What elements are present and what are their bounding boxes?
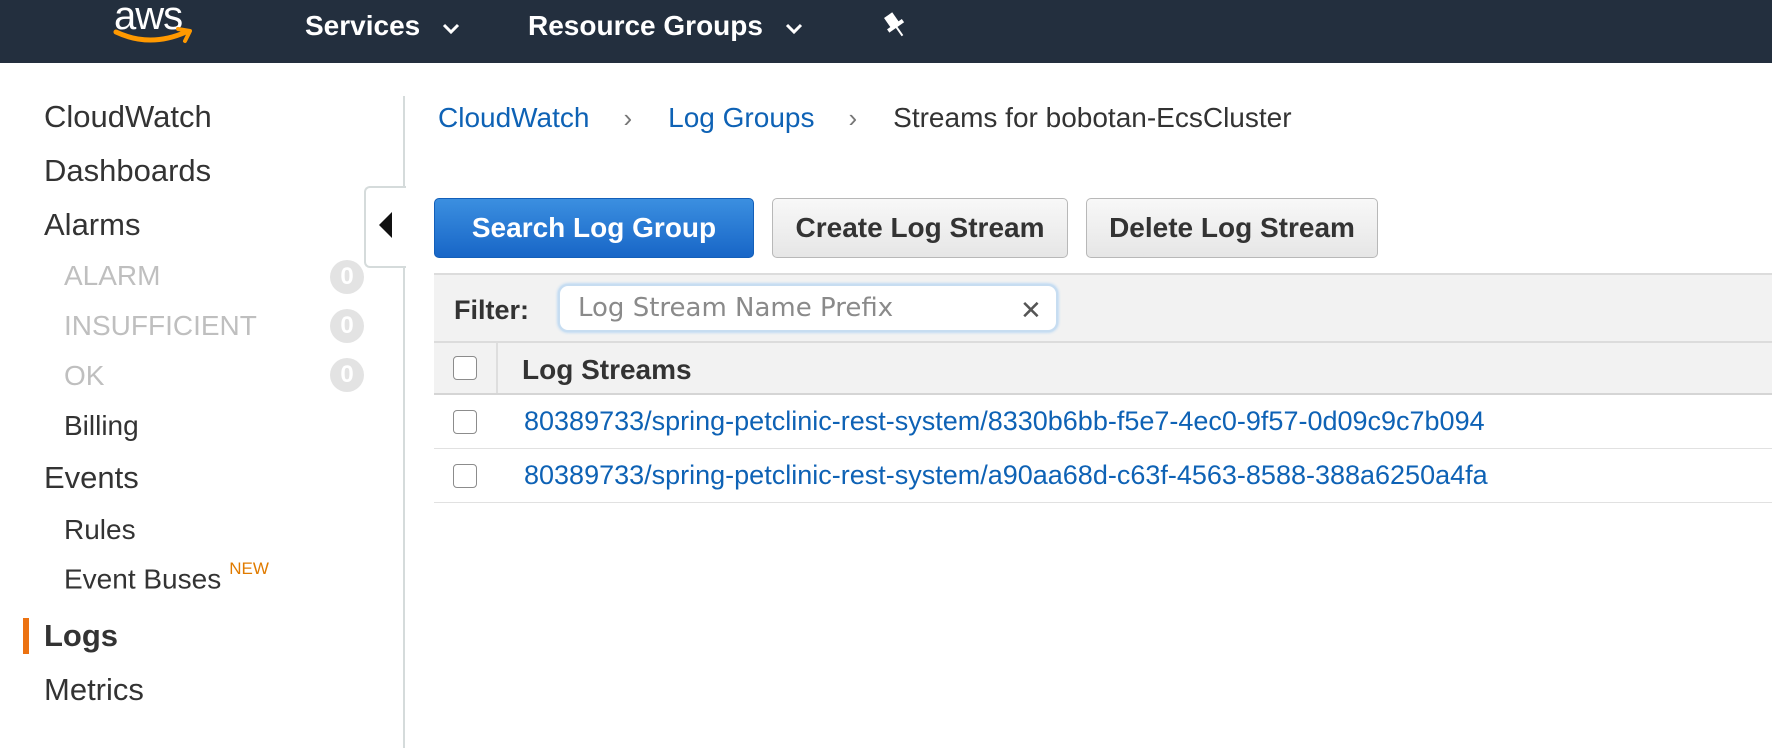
log-streams-panel: Filter: ✕ Log Streams 80389733/spring-pe…: [434, 273, 1772, 503]
resource-groups-menu[interactable]: Resource Groups: [528, 6, 803, 46]
table-header: Log Streams: [434, 343, 1772, 395]
filter-input-box: ✕: [558, 284, 1058, 332]
new-badge: NEW: [229, 559, 269, 578]
aws-logo[interactable]: aws: [110, 0, 200, 52]
table-row: 80389733/spring-petclinic-rest-system/83…: [434, 395, 1772, 449]
row-checkbox[interactable]: [453, 464, 477, 488]
sidebar-item-insufficient[interactable]: INSUFFICIENT: [64, 310, 257, 342]
caret-left-icon: [379, 211, 393, 243]
sidebar-item-dashboards[interactable]: Dashboards: [44, 153, 211, 189]
sidebar-item-billing[interactable]: Billing: [64, 410, 139, 442]
services-label: Services: [305, 10, 421, 41]
log-stream-link[interactable]: 80389733/spring-petclinic-rest-system/83…: [524, 406, 1485, 437]
search-log-group-button[interactable]: Search Log Group: [434, 198, 754, 258]
breadcrumb-cloudwatch[interactable]: CloudWatch: [438, 102, 589, 134]
alarm-count-badge: 0: [330, 260, 364, 294]
services-menu[interactable]: Services: [305, 6, 460, 46]
insufficient-count-badge: 0: [330, 309, 364, 343]
sidebar-item-alarm[interactable]: ALARM: [64, 260, 160, 292]
breadcrumb-separator: ›: [623, 102, 633, 133]
pin-icon[interactable]: [880, 10, 910, 45]
sidebar-item-ok[interactable]: OK: [64, 360, 104, 392]
table-row: 80389733/spring-petclinic-rest-system/a9…: [434, 449, 1772, 503]
sidebar-item-event-buses[interactable]: Event Buses NEW: [64, 559, 269, 595]
collapse-sidebar-button[interactable]: [364, 186, 406, 268]
event-buses-label: Event Buses: [64, 563, 222, 595]
chevron-down-icon: [442, 10, 460, 42]
sidebar-item-metrics[interactable]: Metrics: [44, 672, 144, 708]
ok-count-badge: 0: [330, 358, 364, 392]
breadcrumb-log-groups[interactable]: Log Groups: [668, 102, 814, 134]
chevron-down-icon: [785, 10, 803, 42]
resource-groups-label: Resource Groups: [528, 10, 763, 41]
column-header-log-streams[interactable]: Log Streams: [522, 354, 692, 386]
filter-label: Filter:: [454, 295, 530, 325]
log-stream-link[interactable]: 80389733/spring-petclinic-rest-system/a9…: [524, 460, 1488, 491]
row-checkbox[interactable]: [453, 410, 477, 434]
breadcrumb-separator: ›: [848, 102, 858, 133]
breadcrumb: CloudWatch › Log Groups › Streams for bo…: [438, 100, 1292, 136]
sidebar-item-events[interactable]: Events: [44, 460, 139, 496]
aws-smile-icon: [113, 27, 192, 43]
select-all-cell: [434, 343, 498, 393]
sidebar-item-logs[interactable]: Logs: [44, 618, 118, 654]
sidebar-item-cloudwatch[interactable]: CloudWatch: [44, 99, 212, 135]
top-nav-bar: aws Services Resource Groups: [0, 0, 1772, 63]
delete-log-stream-button[interactable]: Delete Log Stream: [1086, 198, 1378, 258]
breadcrumb-current: Streams for bobotan-EcsCluster: [893, 102, 1292, 133]
sidebar-item-alarms[interactable]: Alarms: [44, 207, 140, 243]
log-stream-prefix-input[interactable]: [578, 291, 998, 325]
create-log-stream-button[interactable]: Create Log Stream: [772, 198, 1068, 258]
clear-filter-icon[interactable]: ✕: [1020, 295, 1042, 326]
active-indicator: [23, 618, 29, 654]
select-all-checkbox[interactable]: [453, 356, 477, 380]
sidebar-item-rules[interactable]: Rules: [64, 514, 136, 546]
filter-bar: Filter: ✕: [434, 273, 1772, 343]
